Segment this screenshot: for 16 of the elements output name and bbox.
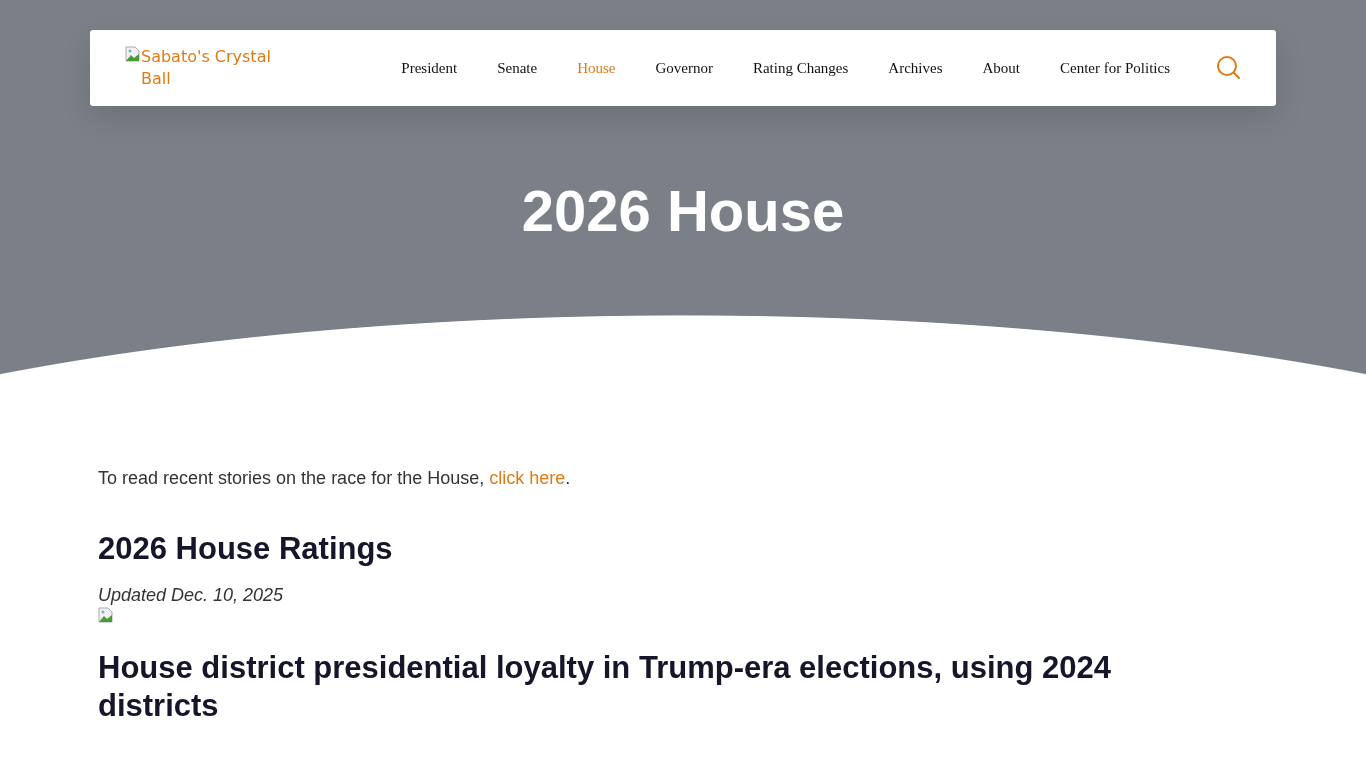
page-title: 2026 House <box>520 177 846 245</box>
nav-link[interactable]: Archives <box>888 59 943 77</box>
nav-link[interactable]: Senate <box>497 59 538 77</box>
nav-link[interactable]: President <box>401 59 458 77</box>
intro-text: To read recent stories on the race for the House, click here. <box>98 467 572 490</box>
updated-date: Updated Dec. 10, 2025 <box>98 584 285 607</box>
nav-link[interactable]: Center for Politics <box>1060 59 1170 77</box>
search-button[interactable] <box>1216 55 1242 81</box>
search-icon <box>1216 55 1242 81</box>
ratings-heading: 2026 House Ratings <box>98 530 394 568</box>
broken-image-icon <box>125 46 141 62</box>
nav-link[interactable]: About <box>982 59 1020 77</box>
nav-link[interactable]: Rating Changes <box>752 59 849 77</box>
nav-link[interactable]: Governor <box>655 59 713 77</box>
broken-image-icon <box>98 607 114 623</box>
loyalty-heading: House district presidential loyalty in Trump-era elections, using 2024 districts <box>98 649 1112 725</box>
